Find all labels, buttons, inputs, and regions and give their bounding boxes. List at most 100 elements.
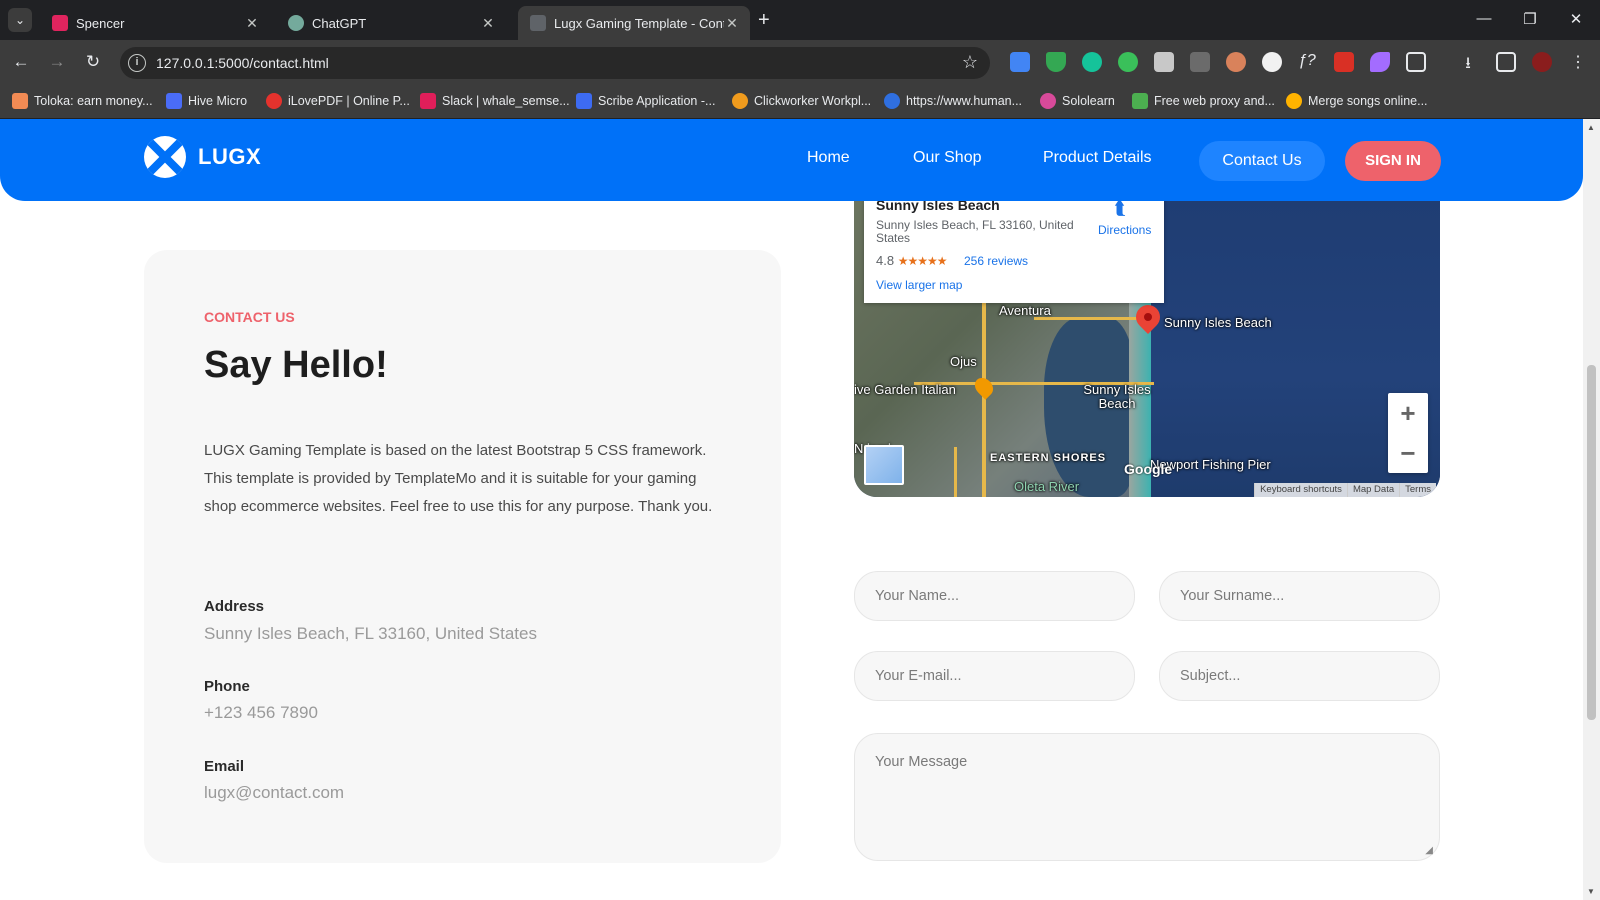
map-label-oleta: Oleta River xyxy=(1014,479,1080,494)
restore-icon[interactable]: ❐ xyxy=(1520,10,1540,28)
bookmark-item[interactable]: Hive Micro xyxy=(166,93,247,109)
back-icon[interactable]: ← xyxy=(10,51,32,73)
bookmark-item[interactable]: Scribe Application -... xyxy=(576,93,715,109)
formula-extension-icon[interactable]: ƒ? xyxy=(1298,52,1318,72)
map-place-card: Sunny Isles Beach Sunny Isles Beach, FL … xyxy=(864,197,1164,303)
map-layer-toggle[interactable] xyxy=(864,445,904,485)
forward-icon[interactable]: → xyxy=(46,51,68,73)
bookmarks-bar: Toloka: earn money... Hive Micro iLovePD… xyxy=(0,85,1600,119)
profile-avatar[interactable] xyxy=(1532,52,1552,72)
contact-info-card: CONTACT US Say Hello! LUGX Gaming Templa… xyxy=(144,250,781,863)
bookmark-label: Hive Micro xyxy=(188,94,248,108)
message-placeholder: Your Message xyxy=(875,754,968,770)
nav-contact-us[interactable]: Contact Us xyxy=(1199,141,1325,181)
page-title: Say Hello! xyxy=(204,344,388,386)
merge-songs-icon xyxy=(1286,93,1302,109)
robot-extension-icon[interactable] xyxy=(1190,52,1210,72)
address-label: Address xyxy=(204,598,265,615)
tab-title: Lugx Gaming Template - Conta xyxy=(554,15,724,31)
message-textarea[interactable]: Your Message ◢ xyxy=(854,733,1440,861)
sign-in-button[interactable]: SIGN IN xyxy=(1345,141,1441,181)
scroll-down-icon[interactable]: ▼ xyxy=(1587,887,1595,896)
bookmark-item[interactable]: Merge songs online... xyxy=(1286,93,1428,109)
download-icon[interactable]: ⭳ xyxy=(1458,52,1478,72)
close-icon[interactable]: ✕ xyxy=(724,15,740,31)
page-scrollbar[interactable]: ▲ ▼ xyxy=(1583,119,1600,900)
email-label: Email xyxy=(204,758,245,775)
scroll-up-icon[interactable]: ▲ xyxy=(1587,123,1595,132)
bookmark-label: Clickworker Workpl... xyxy=(754,94,872,108)
bookmark-item[interactable]: https://www.human... xyxy=(884,93,1022,109)
evernote-extension-icon[interactable] xyxy=(1118,52,1138,72)
email-value: lugx@contact.com xyxy=(204,783,345,802)
nav-home[interactable]: Home xyxy=(807,149,850,167)
tab-spencer[interactable]: Spencer ✕ xyxy=(40,6,270,40)
scrollbar-thumb[interactable] xyxy=(1587,365,1596,720)
address-value: Sunny Isles Beach, FL 33160, United Stat… xyxy=(204,624,537,643)
bookmark-label: Scribe Application -... xyxy=(598,94,716,108)
place-rating: 4.8 ★★★★★ xyxy=(876,253,947,268)
close-window-icon[interactable]: ✕ xyxy=(1566,10,1586,28)
logo-text: LUGX xyxy=(198,144,262,169)
proxy-icon xyxy=(1132,93,1148,109)
chatgpt-icon xyxy=(288,15,304,31)
scribe-icon xyxy=(576,93,592,109)
bookmark-label: iLovePDF | Online P... xyxy=(288,94,410,108)
site-info-icon[interactable]: i xyxy=(128,54,146,72)
close-icon[interactable]: ✕ xyxy=(480,15,496,31)
close-icon[interactable]: ✕ xyxy=(244,15,260,31)
surname-input[interactable]: Your Surname... xyxy=(1159,571,1440,621)
resize-handle-icon[interactable]: ◢ xyxy=(1425,845,1433,856)
bookmark-label: https://www.human... xyxy=(906,94,1023,108)
tab-search-button[interactable]: ⌄ xyxy=(8,8,32,32)
directions-link[interactable]: Directions xyxy=(1098,223,1151,237)
view-larger-map-link[interactable]: View larger map xyxy=(876,278,962,292)
subject-input[interactable]: Subject... xyxy=(1159,651,1440,701)
email-input[interactable]: Your E-mail... xyxy=(854,651,1135,701)
nav-product-details[interactable]: Product Details xyxy=(1043,149,1152,167)
bookmark-item[interactable]: Toloka: earn money... xyxy=(12,93,153,109)
map-label-ojus: Ojus xyxy=(950,354,977,369)
screen-recorder-icon[interactable] xyxy=(1334,52,1354,72)
bookmark-label: Sololearn xyxy=(1062,94,1115,108)
bookmark-star-icon[interactable]: ☆ xyxy=(962,52,978,73)
reload-icon[interactable]: ↻ xyxy=(82,51,104,73)
side-panel-icon[interactable] xyxy=(1496,52,1516,72)
bookmark-item[interactable]: Clickworker Workpl... xyxy=(732,93,871,109)
bookmark-item[interactable]: iLovePDF | Online P... xyxy=(266,93,410,109)
heart-icon xyxy=(266,93,282,109)
minimize-icon[interactable]: — xyxy=(1474,10,1494,27)
google-map[interactable]: Aventura Sunny Isles Beach Ojus ive Gard… xyxy=(854,197,1440,497)
extensions-puzzle-icon[interactable] xyxy=(1406,52,1426,72)
map-data-link[interactable]: Map Data xyxy=(1346,483,1399,497)
nav-our-shop[interactable]: Our Shop xyxy=(913,149,981,167)
grammarly-icon[interactable] xyxy=(1082,52,1102,72)
sheets-extension-icon[interactable] xyxy=(1262,52,1282,72)
tab-lugx[interactable]: Lugx Gaming Template - Conta ✕ xyxy=(518,6,750,40)
address-bar[interactable]: i 127.0.0.1:5000/contact.html ☆ xyxy=(120,47,990,79)
site-logo[interactable]: LUGX xyxy=(144,136,261,178)
more-menu-icon[interactable]: ⋮ xyxy=(1568,52,1588,72)
shield-extension-icon[interactable] xyxy=(1046,52,1066,72)
terms-link[interactable]: Terms xyxy=(1399,483,1436,497)
bookmark-item[interactable]: Slack | whale_semse... xyxy=(420,93,570,109)
hive-icon xyxy=(166,93,182,109)
translate-extension-icon[interactable] xyxy=(1010,52,1030,72)
slack-icon xyxy=(420,93,436,109)
notion-extension-icon[interactable] xyxy=(1154,52,1174,72)
feather-extension-icon[interactable] xyxy=(1370,52,1390,72)
bookmark-item[interactable]: Sololearn xyxy=(1040,93,1115,109)
bookmark-item[interactable]: Free web proxy and... xyxy=(1132,93,1275,109)
zoom-in-button[interactable]: + xyxy=(1388,393,1428,433)
map-road xyxy=(954,447,957,497)
new-tab-icon[interactable]: + xyxy=(758,9,770,32)
name-input[interactable]: Your Name... xyxy=(854,571,1135,621)
tab-chatgpt[interactable]: ChatGPT ✕ xyxy=(276,6,506,40)
keyboard-shortcuts-link[interactable]: Keyboard shortcuts xyxy=(1254,483,1347,497)
reviews-link[interactable]: 256 reviews xyxy=(964,254,1028,268)
face-extension-icon[interactable] xyxy=(1226,52,1246,72)
url-text[interactable]: 127.0.0.1:5000/contact.html xyxy=(156,55,329,71)
stars-icon: ★★★★★ xyxy=(897,254,948,268)
zoom-out-button[interactable]: − xyxy=(1388,433,1428,473)
elementor-icon xyxy=(52,15,68,31)
